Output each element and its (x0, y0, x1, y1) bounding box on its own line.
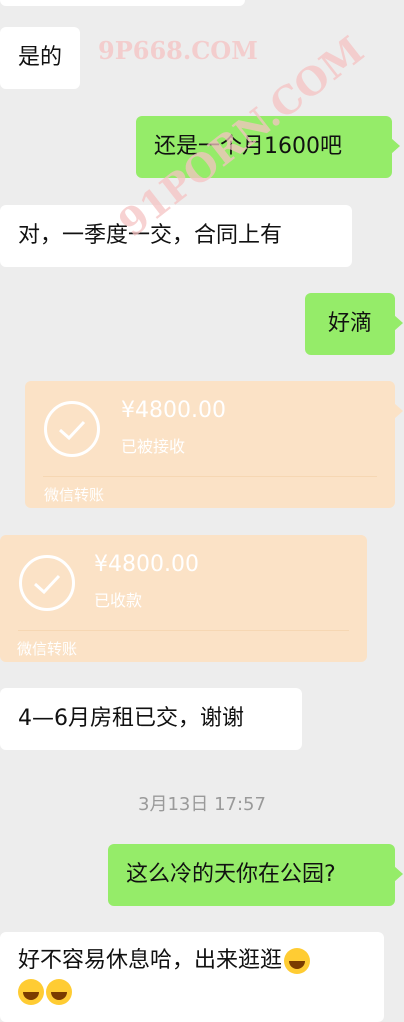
message-text: 好不容易休息哈，出来逛逛 (18, 948, 283, 973)
transfer-amount: ¥4800.00 (94, 552, 199, 577)
message-text: 这么冷的天你在公园? (126, 862, 336, 887)
previous-message-bubble-edge (0, 0, 245, 6)
laughing-tears-emoji-icon (284, 948, 311, 974)
transfer-status: 已收款 (94, 591, 143, 610)
grinning-emoji-icon (46, 979, 72, 1005)
message-bubble-shi-de[interactable]: 是的 (0, 27, 81, 89)
transfer-amount: ¥4800.00 (121, 398, 226, 423)
transfer-status: 已被接收 (121, 437, 186, 456)
message-text: 是的 (18, 45, 63, 70)
transfer-card-collected[interactable]: ¥4800.00 已收款 微信转账 (0, 535, 367, 662)
transfer-footer: 微信转账 (44, 486, 105, 504)
chat-timestamp: 3月13日 17:57 (138, 794, 266, 815)
grinning-emoji-icon (18, 979, 44, 1005)
checkmark-circle-icon (44, 401, 100, 457)
message-text: 好滴 (327, 311, 372, 336)
message-text: 4—6月房租已交，谢谢 (18, 706, 244, 731)
transfer-card-received[interactable]: ¥4800.00 已被接收 微信转账 (25, 381, 403, 508)
transfer-divider (18, 630, 349, 631)
transfer-footer: 微信转账 (17, 640, 78, 658)
checkmark-circle-icon (19, 555, 75, 611)
message-bubble-hao-di[interactable]: 好滴 (305, 293, 403, 355)
message-bubble-day-off[interactable]: 好不容易休息哈，出来逛逛 (0, 932, 384, 1022)
transfer-divider (43, 476, 377, 477)
watermark-9p668: 9P668.COM (98, 36, 258, 65)
message-bubble-cold-park[interactable]: 这么冷的天你在公园? (108, 844, 403, 906)
message-bubble-rent-paid[interactable]: 4—6月房租已交，谢谢 (0, 688, 302, 750)
